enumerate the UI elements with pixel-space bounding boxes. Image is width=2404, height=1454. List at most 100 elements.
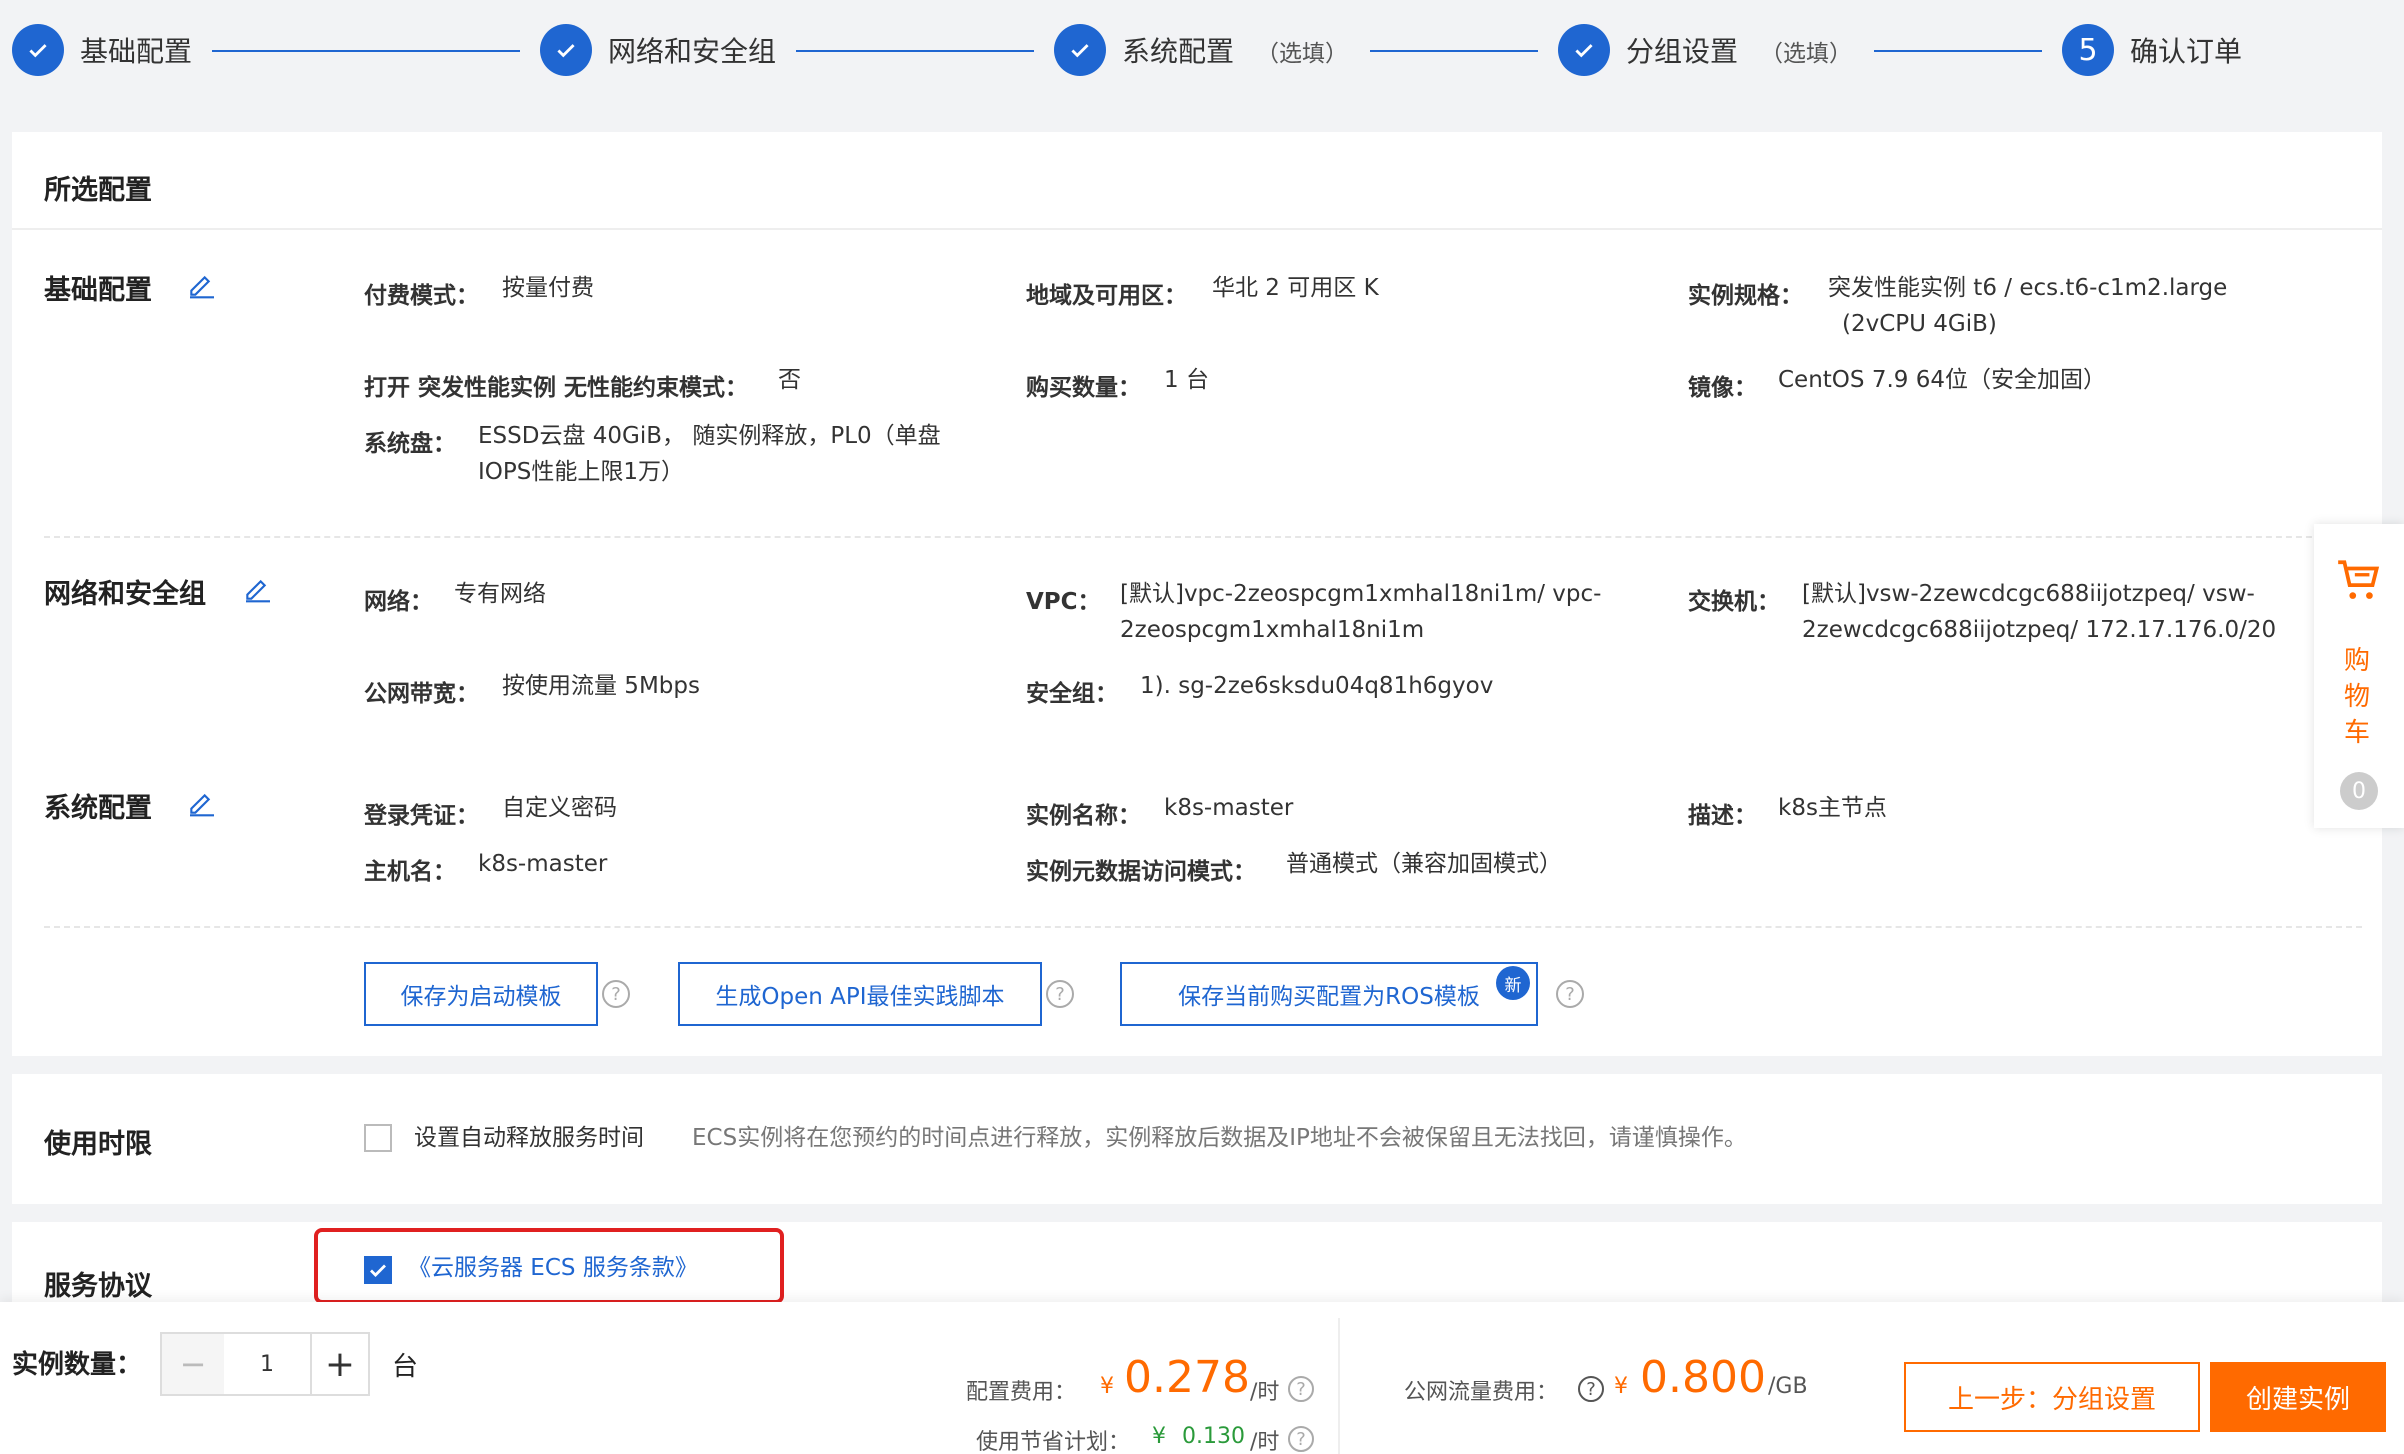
quantity-stepper: − 1 + — [160, 1332, 370, 1396]
bandwidth-value: 按使用流量 5Mbps — [502, 673, 700, 699]
traffic-fee-label: 公网流量费用： — [1404, 1380, 1559, 1405]
selected-config-card: 所选配置 基础配置 付费模式： 按量付费 地域及可用区： 华北 2 可用区 K … — [12, 132, 2382, 1056]
instance-quantity-label: 实例数量： — [12, 1350, 143, 1380]
quantity-input[interactable]: 1 — [224, 1334, 310, 1394]
traffic-fee-help-icon[interactable]: ? — [1578, 1376, 1604, 1402]
vpc-value-cont: 2zeospcgm1xmhal18ni1m — [1120, 617, 1425, 643]
description-value: k8s主节点 — [1778, 795, 1887, 821]
step-3-label[interactable]: 系统配置 — [1122, 30, 1234, 70]
section-divider — [44, 536, 2362, 538]
usage-period-card: 使用时限 设置自动释放服务时间 ECS实例将在您预约的时间点进行释放，实例释放后… — [12, 1074, 2382, 1204]
login-credential-value: 自定义密码 — [502, 795, 617, 821]
config-fee-currency: ¥ — [1100, 1374, 1114, 1399]
cart-count-badge: 0 — [2340, 772, 2378, 810]
instance-name-label: 实例名称： — [1026, 803, 1141, 829]
spec-value-cont: (2vCPU 4GiB) — [1842, 311, 1997, 337]
config-fee-help-icon[interactable]: ? — [1288, 1376, 1314, 1402]
step-4-check-icon[interactable] — [1558, 24, 1610, 76]
cart-panel[interactable]: 购 物 车 0 — [2314, 524, 2404, 828]
save-template-help-icon[interactable]: ? — [602, 980, 630, 1008]
quantity-value: 1 台 — [1164, 367, 1209, 393]
step-3-optional: （选填） — [1256, 41, 1348, 67]
edit-system-config-icon[interactable] — [186, 786, 218, 818]
traffic-fee-value: 0.800 — [1640, 1352, 1766, 1403]
spec-label: 实例规格： — [1688, 283, 1803, 309]
config-fee-unit: /时 — [1250, 1380, 1280, 1405]
login-credential-label: 登录凭证： — [364, 803, 479, 829]
spec-value: 突发性能实例 t6 / ecs.t6-c1m2.large — [1828, 275, 2228, 301]
vpc-value: [默认]vpc-2zeospcgm1xmhal18ni1m/ vpc- — [1120, 581, 1602, 607]
network-value: 专有网络 — [454, 581, 546, 607]
network-title: 网络和安全组 — [44, 579, 206, 610]
selected-config-title: 所选配置 — [44, 175, 152, 206]
cart-label-char: 物 — [2344, 682, 2371, 712]
hostname-label: 主机名： — [364, 859, 456, 885]
config-fee-label: 配置费用： — [966, 1380, 1077, 1405]
increase-quantity-button[interactable]: + — [310, 1334, 368, 1394]
description-label: 描述： — [1688, 803, 1757, 829]
instance-name-value: k8s-master — [1164, 795, 1294, 821]
image-label: 镜像： — [1688, 375, 1757, 401]
traffic-fee-unit: /GB — [1768, 1374, 1808, 1399]
region-value: 华北 2 可用区 K — [1212, 275, 1379, 301]
auto-release-label[interactable]: 设置自动释放服务时间 — [414, 1120, 644, 1156]
previous-step-button[interactable]: 上一步：分组设置 — [1904, 1362, 2200, 1432]
metadata-mode-label: 实例元数据访问模式： — [1026, 859, 1256, 885]
switch-value: [默认]vsw-2zewcdcgc688iijotzpeq/ vsw- — [1802, 581, 2255, 607]
system-config-title: 系统配置 — [44, 793, 152, 824]
edit-network-icon[interactable] — [242, 572, 274, 604]
auto-release-checkbox[interactable] — [364, 1124, 392, 1152]
burst-mode-label: 打开 突发性能实例 无性能约束模式： — [364, 375, 749, 401]
step-connector — [796, 50, 1034, 52]
step-2-check-icon[interactable] — [540, 24, 592, 76]
step-1-check-icon[interactable] — [12, 24, 64, 76]
service-agreement-title: 服务协议 — [44, 1271, 152, 1302]
saving-plan-currency: ¥ — [1152, 1424, 1166, 1449]
save-ros-template-button[interactable]: 保存当前购买配置为ROS模板 — [1120, 962, 1538, 1026]
billing-value: 按量付费 — [502, 275, 594, 301]
usage-period-title: 使用时限 — [44, 1129, 152, 1160]
step-4-label[interactable]: 分组设置 — [1626, 30, 1738, 70]
system-disk-label: 系统盘： — [364, 431, 456, 457]
step-4-optional: （选填） — [1760, 41, 1852, 67]
step-3-check-icon[interactable] — [1054, 24, 1106, 76]
burst-mode-value: 否 — [778, 367, 801, 393]
agreement-checkbox[interactable] — [364, 1256, 392, 1284]
hostname-value: k8s-master — [478, 851, 608, 877]
switch-value-cont: 2zewcdcgc688iijotzpeq/ 172.17.176.0/20 — [1802, 617, 2277, 643]
saving-plan-value: 0.130 — [1182, 1424, 1245, 1449]
step-2-label[interactable]: 网络和安全组 — [608, 30, 776, 70]
basic-config-title: 基础配置 — [44, 275, 152, 306]
bottom-order-bar: 实例数量： − 1 + 台 配置费用： ¥ 0.278 /时 ? 使用节省计划：… — [0, 1302, 2404, 1454]
decrease-quantity-button[interactable]: − — [162, 1334, 224, 1394]
region-label: 地域及可用区： — [1026, 283, 1187, 309]
step-5-label: 确认订单 — [2130, 35, 2243, 68]
ros-help-icon[interactable]: ? — [1556, 980, 1584, 1008]
network-label: 网络： — [364, 589, 433, 615]
ecs-terms-link[interactable]: 《云服务器 ECS 服务条款》 — [408, 1250, 698, 1286]
step-connector — [1370, 50, 1538, 52]
billing-label: 付费模式： — [364, 283, 479, 309]
save-launch-template-button[interactable]: 保存为启动模板 — [364, 962, 598, 1026]
cart-label-char: 购 — [2344, 646, 2371, 676]
quantity-unit: 台 — [392, 1352, 419, 1382]
step-connector — [1874, 50, 2042, 52]
system-disk-value-cont: IOPS性能上限1万） — [478, 459, 684, 485]
security-group-value: 1). sg-2ze6sksdu04q81h6gyov — [1140, 673, 1494, 699]
header-divider — [12, 228, 2382, 230]
saving-plan-help-icon[interactable]: ? — [1288, 1426, 1314, 1452]
metadata-mode-value: 普通模式（兼容加固模式） — [1286, 851, 1562, 877]
image-value: CentOS 7.9 64位（安全加固） — [1778, 367, 2106, 393]
edit-basic-config-icon[interactable] — [186, 268, 218, 300]
config-fee-value: 0.278 — [1124, 1352, 1250, 1403]
security-group-label: 安全组： — [1026, 681, 1118, 707]
openapi-help-icon[interactable]: ? — [1046, 980, 1074, 1008]
generate-openapi-script-button[interactable]: 生成Open API最佳实践脚本 — [678, 962, 1042, 1026]
bandwidth-label: 公网带宽： — [364, 681, 479, 707]
step-1-label[interactable]: 基础配置 — [80, 30, 192, 70]
traffic-fee-currency: ¥ — [1614, 1374, 1628, 1399]
section-divider — [44, 926, 2362, 928]
quantity-label: 购买数量： — [1026, 375, 1141, 401]
saving-plan-unit: /时 — [1250, 1430, 1280, 1454]
create-instance-button[interactable]: 创建实例 — [2210, 1362, 2386, 1432]
